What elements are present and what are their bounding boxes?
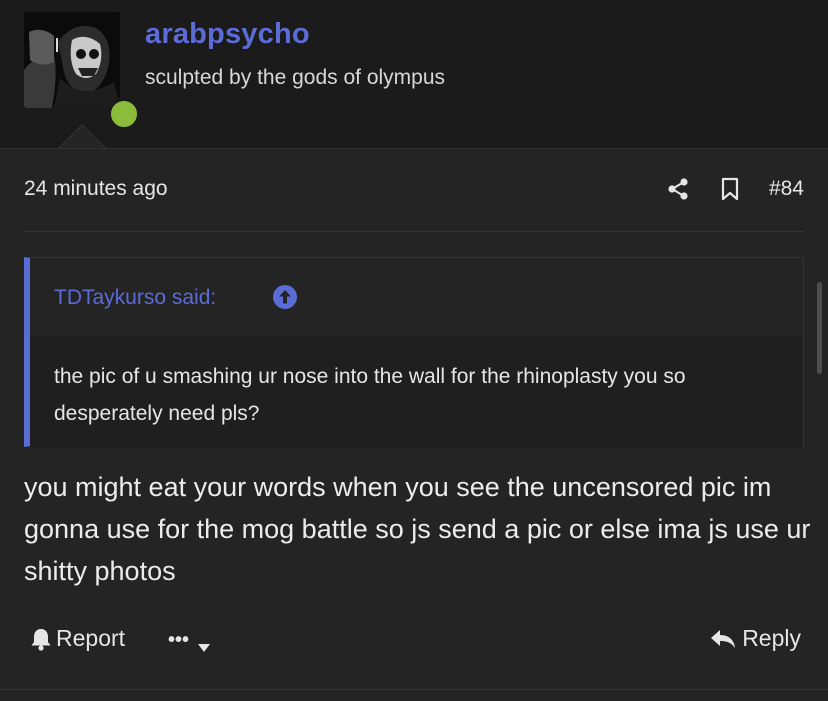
post-footer: Report ••• Reply: [0, 623, 828, 663]
more-options-button[interactable]: •••: [168, 629, 211, 652]
post-timestamp[interactable]: 24 minutes ago: [24, 177, 168, 201]
forum-post: arabpsycho sculpted by the gods of olymp…: [0, 0, 828, 701]
post-actions: #84: [665, 175, 804, 203]
message-body: 24 minutes ago #84 TDTaykurso said: the …: [0, 148, 828, 701]
post-text: you might eat your words when you see th…: [24, 472, 811, 586]
caret-down-icon: [197, 636, 211, 652]
bottom-divider: [0, 689, 828, 690]
header-pointer: [58, 126, 106, 150]
post-number-link[interactable]: #84: [769, 177, 804, 201]
quote-author-link[interactable]: TDTaykurso said:: [54, 286, 216, 310]
user-header: arabpsycho sculpted by the gods of olymp…: [0, 0, 828, 150]
quote-header: TDTaykurso said:: [30, 258, 803, 336]
online-status-dot: [107, 97, 141, 131]
avatar[interactable]: [24, 12, 120, 108]
report-label: Report: [56, 625, 126, 651]
quote-block: TDTaykurso said: the pic of u smashing u…: [24, 257, 804, 447]
share-icon[interactable]: [665, 176, 691, 202]
bookmark-icon[interactable]: [719, 176, 741, 202]
scrollbar-thumb[interactable]: [817, 282, 822, 374]
reply-icon: [710, 628, 736, 650]
quote-text: the pic of u smashing ur nose into the w…: [30, 336, 803, 447]
username-link[interactable]: arabpsycho: [145, 18, 310, 51]
post-header-divider: [24, 231, 804, 232]
reply-label: Reply: [742, 625, 801, 651]
reply-button[interactable]: Reply: [710, 625, 801, 652]
more-dots: •••: [168, 629, 190, 651]
avatar-container[interactable]: [24, 12, 141, 131]
user-title: sculpted by the gods of olympus: [145, 66, 446, 89]
report-button[interactable]: Report: [30, 625, 125, 652]
bell-icon: [30, 627, 52, 651]
quote-arrow-up-icon[interactable]: [272, 284, 298, 310]
